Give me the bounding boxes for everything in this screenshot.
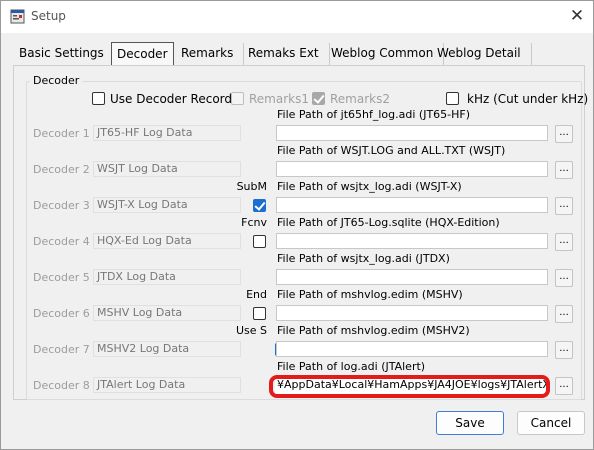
decoder-2-path-label: File Path of WSJT.LOG and ALL.TXT (WSJT) bbox=[277, 144, 506, 157]
decoder-6-name-field: MSHV Log Data bbox=[93, 305, 241, 321]
decoder-8-path-input[interactable]: ¥AppData¥Local¥HamApps¥JA4JOE¥logs¥JTAle… bbox=[275, 378, 547, 395]
tab-strip: Basic Settings Decoder Remarks Remaks Ex… bbox=[11, 42, 586, 67]
decoder-6-side-checkbox[interactable] bbox=[253, 307, 266, 320]
decoder-4-name-field: HQX-Ed Log Data bbox=[93, 233, 241, 249]
decoder-3-label: Decoder 3 bbox=[33, 199, 90, 212]
khz-checkbox[interactable]: kHz (Cut under kHz) bbox=[446, 92, 588, 108]
setup-window: Setup ✕ Basic Settings Decoder Remarks R… bbox=[0, 0, 594, 450]
decoder-5-name-field: JTDX Log Data bbox=[93, 269, 241, 285]
use-decoder-record-checkbox[interactable]: Use Decoder Record bbox=[92, 92, 232, 108]
decoder-2-label: Decoder 2 bbox=[33, 163, 90, 176]
app-icon bbox=[10, 9, 25, 24]
checkbox-box bbox=[92, 92, 105, 105]
decoder-2-path-input[interactable] bbox=[276, 161, 548, 177]
window-title: Setup bbox=[31, 9, 66, 23]
decoder-3-side-checkbox[interactable] bbox=[253, 199, 266, 212]
cancel-button[interactable]: Cancel bbox=[517, 411, 585, 435]
decoder-4-side-label: Fcnv bbox=[241, 216, 267, 229]
decoder-8-path-label: File Path of log.adi (JTAlert) bbox=[277, 360, 426, 373]
checkbox-box bbox=[312, 92, 325, 105]
decoder-8-label: Decoder 8 bbox=[33, 379, 90, 392]
decoder-8-name-field: JTAlert Log Data bbox=[93, 377, 241, 393]
remarks2-label: Remarks2 bbox=[330, 92, 390, 106]
decoder-3-path-input[interactable] bbox=[276, 197, 548, 213]
decoder-5-label: Decoder 5 bbox=[33, 271, 90, 284]
decoder-group-label: Decoder bbox=[30, 74, 83, 87]
khz-label: kHz (Cut under kHz) bbox=[467, 92, 589, 106]
tab-remarks[interactable]: Remarks bbox=[181, 43, 245, 65]
decoder-6-path-input[interactable] bbox=[276, 305, 548, 321]
tab-weblog-detail[interactable]: Weblog Detail bbox=[437, 43, 532, 65]
close-icon[interactable]: ✕ bbox=[566, 6, 588, 28]
decoder-1-browse-button[interactable]: ... bbox=[555, 125, 573, 143]
decoder-5-browse-button[interactable]: ... bbox=[555, 269, 573, 287]
tab-weblog-common[interactable]: Weblog Common bbox=[331, 43, 445, 65]
tab-basic-settings[interactable]: Basic Settings bbox=[19, 43, 115, 65]
decoder-1-path-label: File Path of jt65hf_log.adi (JT65-HF) bbox=[277, 108, 471, 121]
remarks1-label: Remarks1 bbox=[249, 92, 309, 106]
decoder-3-browse-button[interactable]: ... bbox=[555, 197, 573, 215]
title-bar: Setup ✕ bbox=[1, 1, 593, 33]
decoder-6-browse-button[interactable]: ... bbox=[555, 305, 573, 323]
decoder-7-path-input[interactable] bbox=[276, 341, 548, 357]
decoder-7-name-field: MSHV2 Log Data bbox=[93, 341, 241, 357]
decoder-5-path-input[interactable] bbox=[276, 269, 548, 285]
decoder-4-label: Decoder 4 bbox=[33, 235, 90, 248]
decoder-8-browse-button[interactable]: ... bbox=[555, 377, 573, 395]
decoder-1-label: Decoder 1 bbox=[33, 127, 90, 140]
use-decoder-record-label: Use Decoder Record bbox=[110, 92, 233, 106]
decoder-1-name-field: JT65-HF Log Data bbox=[93, 125, 241, 141]
decoder-3-path-label: File Path of wsjtx_log.adi (WSJT-X) bbox=[277, 180, 462, 193]
decoder-7-path-label: File Path of mshvlog.edim (MSHV2) bbox=[277, 324, 470, 337]
decoder-3-name-field: WSJT-X Log Data bbox=[93, 197, 241, 213]
decoder-4-path-label: File Path of JT65-Log.sqlite (HQX-Editio… bbox=[277, 216, 500, 229]
decoder-7-browse-button[interactable]: ... bbox=[555, 341, 573, 359]
remarks2-checkbox: Remarks2 bbox=[312, 92, 390, 108]
decoder-4-side-checkbox[interactable] bbox=[253, 235, 266, 248]
decoder-6-label: Decoder 6 bbox=[33, 307, 90, 320]
decoder-2-browse-button[interactable]: ... bbox=[555, 161, 573, 179]
decoder-1-path-input[interactable] bbox=[276, 125, 548, 141]
remarks1-checkbox: Remarks1 bbox=[231, 92, 309, 108]
decoder-7-side-label: Use S bbox=[235, 324, 267, 337]
decoder-7-label: Decoder 7 bbox=[33, 343, 90, 356]
save-button[interactable]: Save bbox=[436, 411, 504, 435]
checkbox-box bbox=[231, 92, 244, 105]
decoder-4-browse-button[interactable]: ... bbox=[555, 233, 573, 251]
decoder-3-side-label: SubM bbox=[236, 180, 267, 193]
checkbox-box bbox=[446, 92, 459, 105]
tab-decoder[interactable]: Decoder bbox=[111, 42, 174, 66]
decoder-5-path-label: File Path of wsjtx_log.adi (JTDX) bbox=[277, 252, 450, 265]
decoder-2-name-field: WSJT Log Data bbox=[93, 161, 241, 177]
decoder-6-side-label: End bbox=[246, 288, 267, 301]
decoder-4-path-input[interactable] bbox=[276, 233, 548, 249]
tab-remaks-ext[interactable]: Remaks Ext bbox=[248, 43, 330, 65]
decoder-6-path-label: File Path of mshvlog.edim (MSHV) bbox=[277, 288, 463, 301]
